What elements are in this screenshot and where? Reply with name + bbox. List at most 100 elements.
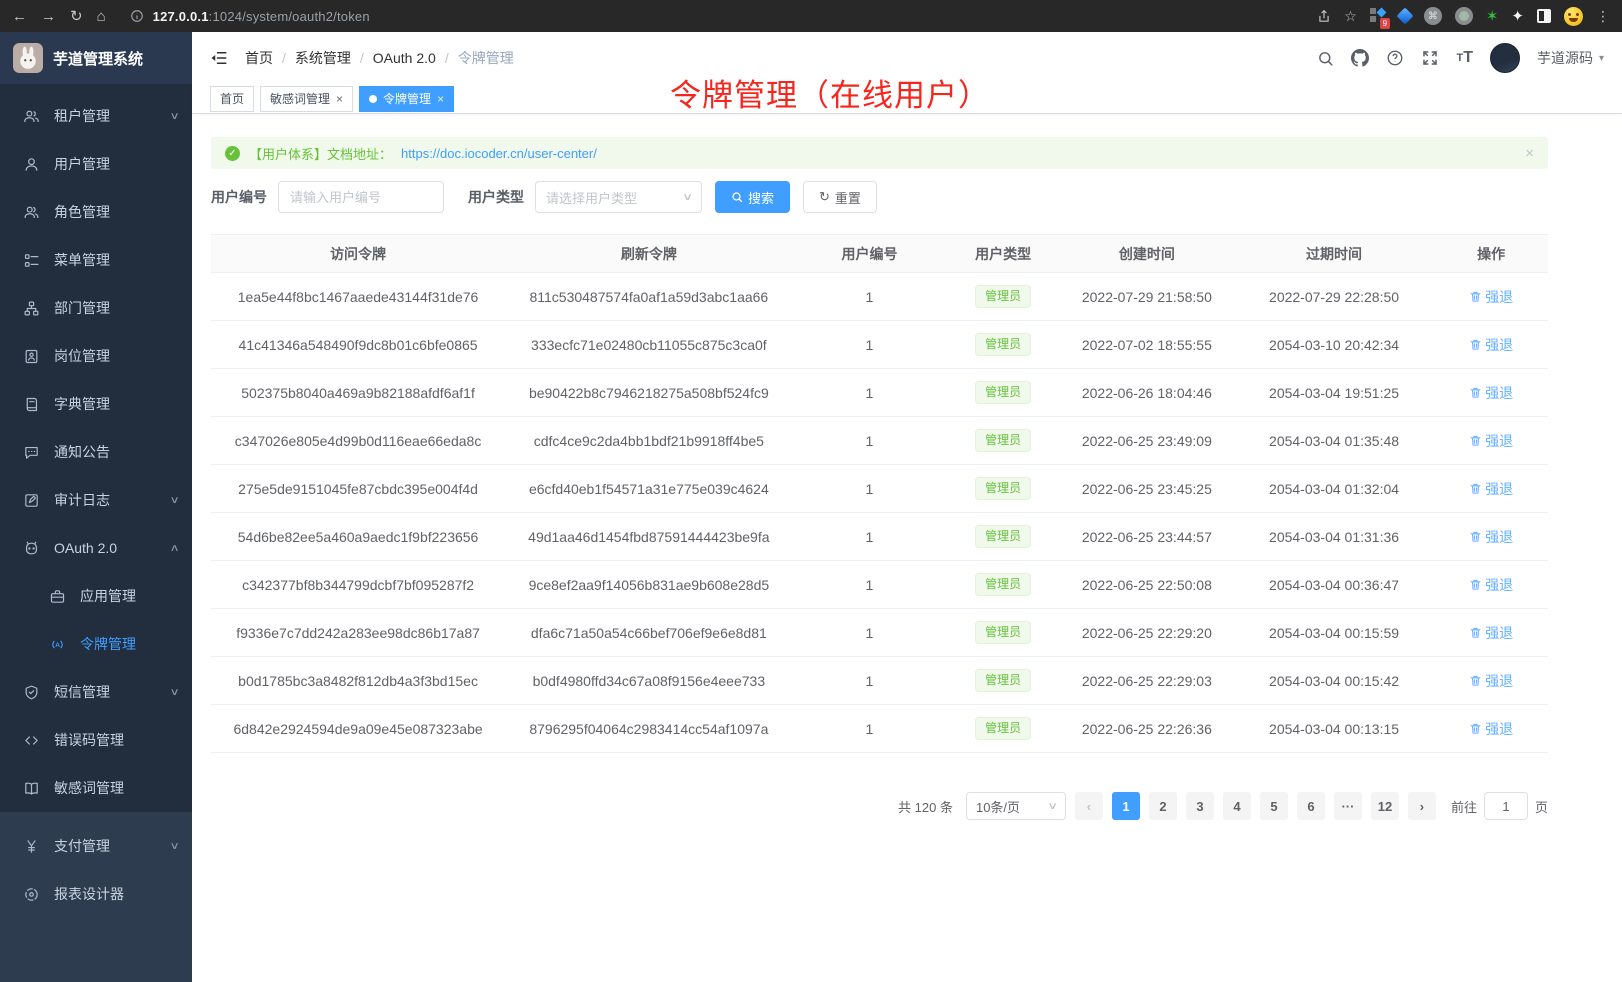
expire-time-cell: 2054-03-04 00:36:47 [1234,577,1435,593]
table-row: 275e5de9151045fe87cbdc395e004f4d e6cfd40… [211,465,1548,513]
close-icon[interactable]: × [437,93,444,105]
sidebar-item-menu[interactable]: 菜单管理 [0,236,192,284]
force-logout-button[interactable]: 强退 [1469,383,1513,403]
alert-close-icon[interactable]: × [1525,145,1534,162]
sidebar-item-sensitive[interactable]: 敏感词管理 [0,764,192,812]
page-button-3[interactable]: 3 [1186,792,1214,820]
page-button-12[interactable]: 12 [1371,792,1399,820]
expire-time-cell: 2054-03-10 20:42:34 [1234,337,1435,353]
fullscreen-icon[interactable] [1421,49,1439,67]
sidebar-item-tenant[interactable]: 租户管理 ∨ [0,92,192,140]
github-icon[interactable] [1351,49,1369,67]
doc-link[interactable]: https://doc.iocoder.cn/user-center/ [401,146,597,161]
sidebar-item-audit[interactable]: 审计日志 ∨ [0,476,192,524]
sidebar-item-report[interactable]: 报表设计器 [0,870,192,918]
user-id-cell: 1 [793,433,947,449]
created-time-cell: 2022-06-26 18:04:46 [1060,385,1234,401]
user-id-cell: 1 [793,625,947,641]
user-id-cell: 1 [793,577,947,593]
force-logout-button[interactable]: 强退 [1469,335,1513,355]
force-logout-button[interactable]: 强退 [1469,287,1513,307]
browser-back-icon[interactable]: ← [12,9,27,24]
font-size-icon[interactable]: TT [1456,49,1473,67]
sidebar-item-errcode[interactable]: 错误码管理 [0,716,192,764]
table-row: f9336e7c7dd242a283ee98dc86b17a87 dfa6c71… [211,609,1548,657]
expire-time-cell: 2054-03-04 00:13:15 [1234,721,1435,737]
sidebar-item-oauth2-token[interactable]: A 令牌管理 [0,620,192,668]
reset-button[interactable]: ↻ 重置 [803,181,877,213]
command-extension-icon[interactable]: ⌘ [1424,7,1442,25]
breadcrumb-home[interactable]: 首页 [245,48,273,68]
browser-forward-icon[interactable]: → [41,9,56,24]
sidebar-item-oauth2[interactable]: OAuth 2.0 ∧ [0,524,192,572]
profile-avatar-icon[interactable] [1564,7,1583,26]
sidebar-item-post[interactable]: 岗位管理 [0,332,192,380]
page-ellipsis[interactable]: ··· [1334,792,1362,820]
page-button-5[interactable]: 5 [1260,792,1288,820]
extension-grid-icon[interactable]: 9 [1370,8,1386,24]
access-token-cell: 41c41346a548490f9dc8b01c6bfe0865 [211,337,505,353]
close-icon[interactable]: × [336,93,343,105]
sidebar-item-oauth2-app[interactable]: 应用管理 [0,572,192,620]
site-info-icon[interactable] [130,9,144,23]
sidebar-item-dept[interactable]: 部门管理 [0,284,192,332]
force-logout-button[interactable]: 强退 [1469,623,1513,643]
sidebar-item-pay[interactable]: 支付管理 ∨ [0,822,192,870]
next-page-button[interactable]: › [1408,792,1436,820]
tab-1[interactable]: 敏感词管理 × [260,86,353,112]
page-button-4[interactable]: 4 [1223,792,1251,820]
force-logout-button[interactable]: 强退 [1469,671,1513,691]
tab-2[interactable]: 令牌管理 × [359,86,454,112]
created-time-cell: 2022-06-25 23:45:25 [1060,481,1234,497]
force-logout-button[interactable]: 强退 [1469,431,1513,451]
browser-menu-icon[interactable]: ⋮ [1596,9,1610,23]
page-size-select[interactable]: 10条/页 ∨ [966,792,1066,820]
green-star-extension-icon[interactable]: ✶ [1486,9,1499,24]
page-button-6[interactable]: 6 [1297,792,1325,820]
table-row: 54d6be82ee5a460a9aedc1f9bf223656 49d1aa4… [211,513,1548,561]
user-type-cell: 管理员 [946,573,1060,595]
sidebar-item-role[interactable]: 角色管理 [0,188,192,236]
sidebar-item-notice[interactable]: 通知公告 [0,428,192,476]
breadcrumb-system[interactable]: 系统管理 [295,48,351,68]
recorder-extension-icon[interactable] [1455,7,1473,25]
help-icon[interactable] [1386,49,1404,67]
app-icon [48,588,66,605]
address-bar[interactable]: 127.0.0.1:1024/system/oauth2/token [130,9,370,24]
chevron-down-icon: ∨ [1047,801,1058,812]
created-time-cell: 2022-06-25 22:29:20 [1060,625,1234,641]
white-star-extension-icon[interactable]: ✦ [1511,9,1524,24]
force-logout-button[interactable]: 强退 [1469,479,1513,499]
search-button[interactable]: 搜索 [715,181,790,213]
browser-reload-icon[interactable]: ↻ [70,9,83,24]
breadcrumb-oauth2[interactable]: OAuth 2.0 [373,50,436,66]
page-button-2[interactable]: 2 [1149,792,1177,820]
alert-text: 【用户体系】文档地址： [249,144,392,163]
user-type-select[interactable]: 请选择用户类型 ∨ [535,181,702,213]
search-icon[interactable] [1317,50,1334,67]
side-panel-icon[interactable] [1537,9,1551,23]
user-menu[interactable]: 芋道源码 ▾ [1537,48,1604,68]
bookmark-star-icon[interactable]: ☆ [1344,9,1357,23]
tab-0[interactable]: 首页 [210,86,254,112]
goto-page-input[interactable] [1484,792,1528,820]
expire-time-cell: 2054-03-04 00:15:42 [1234,673,1435,689]
app-logo[interactable]: 芋道管理系统 [0,32,192,84]
prev-page-button[interactable]: ‹ [1075,792,1103,820]
force-logout-button[interactable]: 强退 [1469,719,1513,739]
browser-home-icon[interactable]: ⌂ [97,9,106,24]
page-button-1[interactable]: 1 [1112,792,1140,820]
force-logout-button[interactable]: 强退 [1469,527,1513,547]
user-type-cell: 管理员 [946,333,1060,355]
created-time-cell: 2022-06-25 22:29:03 [1060,673,1234,689]
sidebar-item-user[interactable]: 用户管理 [0,140,192,188]
gem-extension-icon[interactable] [1396,8,1413,25]
user-id-input[interactable] [278,181,444,213]
menu-fold-icon[interactable] [210,49,228,67]
sidebar-item-dict[interactable]: 字典管理 [0,380,192,428]
errcode-icon [22,732,40,749]
user-avatar[interactable] [1490,43,1520,73]
force-logout-button[interactable]: 强退 [1469,575,1513,595]
sidebar-item-sms[interactable]: 短信管理 ∨ [0,668,192,716]
share-icon[interactable] [1317,9,1331,24]
